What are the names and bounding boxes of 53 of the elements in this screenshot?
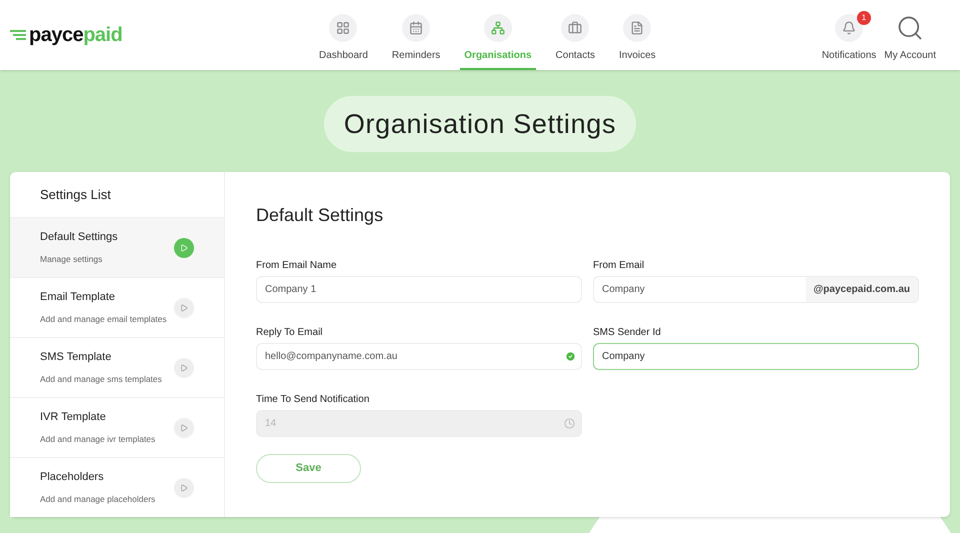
item-subtitle: Add and manage placeholders	[40, 493, 156, 506]
nav-tab[interactable]: Contacts	[552, 14, 599, 70]
input-field[interactable]: Company 1	[256, 276, 582, 303]
nav-tab[interactable]: Invoices	[615, 14, 660, 70]
item-title: SMS Template	[40, 350, 112, 365]
play-icon	[174, 478, 194, 498]
item-title: Email Template	[40, 290, 116, 305]
input-field[interactable]: hello@companyname.com.au	[256, 343, 582, 370]
form-title: Default Settings	[256, 204, 384, 227]
notification-count-badge: 1	[856, 10, 871, 24]
play-icon	[174, 238, 194, 258]
field-label: Time To Send Notification	[256, 393, 370, 407]
item-subtitle: Add and manage email templates	[40, 313, 168, 326]
play-icon	[174, 418, 194, 438]
page-title: Organisation Settings	[324, 96, 636, 152]
settings-list-item[interactable]: SMS Template Add and manage sms templates	[10, 337, 224, 397]
item-subtitle: Add and manage ivr templates	[40, 433, 156, 446]
settings-list-title: Settings List	[39, 186, 112, 204]
settings-list-item[interactable]: Email Template Add and manage email templates	[10, 277, 224, 337]
settings-list-item[interactable]: IVR Template Add and manage ivr templates	[10, 397, 224, 457]
field-label: From Email	[593, 259, 646, 273]
speed-lines-icon	[10, 30, 28, 40]
field-label: Reply To Email	[256, 326, 324, 340]
settings-list-item[interactable]: Placeholders Add and manage placeholders	[10, 457, 224, 517]
nav-tab[interactable]: Dashboard	[315, 14, 372, 70]
item-title: IVR Template	[40, 410, 107, 425]
logo-text: paycepaid	[29, 23, 122, 48]
email-domain-suffix: @paycepaid.com.au	[806, 277, 918, 302]
play-icon	[174, 298, 194, 318]
my-account-link[interactable]: My Account	[884, 14, 936, 62]
item-title: Placeholders	[40, 470, 105, 485]
bell-icon	[842, 20, 856, 34]
nav-tab[interactable]: Reminders	[388, 14, 444, 70]
document-icon	[630, 21, 644, 35]
network-icon	[490, 21, 505, 35]
clock-icon	[564, 418, 575, 429]
field-label: From Email Name	[256, 259, 338, 273]
item-title: Default Settings	[40, 230, 119, 245]
notifications-link[interactable]: 1 Notifications	[822, 14, 876, 62]
item-subtitle: Add and manage sms templates	[40, 373, 163, 386]
logo[interactable]: paycepaid	[10, 20, 310, 50]
grid-icon	[336, 21, 350, 35]
calendar-icon	[409, 21, 424, 35]
play-icon	[174, 358, 194, 378]
briefcase-icon	[568, 21, 582, 35]
field-label: SMS Sender Id	[593, 326, 662, 340]
check-icon	[565, 351, 576, 362]
settings-list-item[interactable]: Default Settings Manage settings	[10, 217, 224, 277]
input-field[interactable]: Company	[593, 343, 919, 370]
email-name-input[interactable]: Company	[594, 277, 806, 302]
account-search-icon	[896, 14, 924, 42]
item-subtitle: Manage settings	[40, 253, 104, 266]
email-field[interactable]: Company @paycepaid.com.au	[593, 276, 919, 303]
